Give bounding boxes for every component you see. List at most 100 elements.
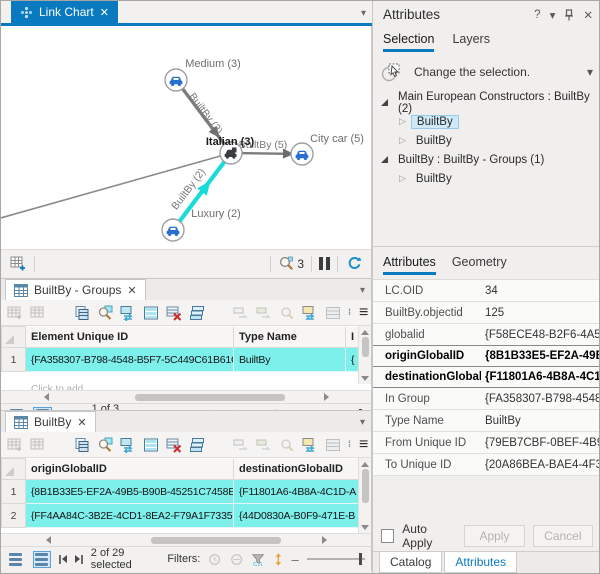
apply-button[interactable]: Apply: [464, 525, 524, 547]
sort-icon[interactable]: [273, 552, 284, 567]
expanded-icon[interactable]: [381, 156, 388, 163]
table-row[interactable]: 2 {FF4AA84C-3B2E-4CD1-8EA2-F79A1F7335C5}…: [2, 504, 359, 528]
toolbar-overflow-icon[interactable]: ⁞: [348, 440, 352, 449]
zoom-to-selection-icon[interactable]: [97, 304, 113, 322]
highlighted-selection-icon[interactable]: [302, 304, 318, 322]
expanded-icon[interactable]: [381, 99, 388, 106]
calculate-field-icon[interactable]: [30, 436, 46, 454]
collapsed-icon[interactable]: ▷: [399, 135, 406, 146]
time-filter-icon[interactable]: [208, 552, 221, 567]
tab-attributes-detail[interactable]: Attributes: [383, 255, 436, 275]
field-row[interactable]: BuiltBy.objectid125: [373, 302, 600, 324]
col-origin-globalid[interactable]: originGlobalID: [26, 459, 234, 480]
clear-selection-icon[interactable]: [166, 436, 182, 454]
link-chart-canvas[interactable]: BuiltBy (3) BuiltBy (5) BuiltBy (2): [1, 26, 372, 249]
cancel-button[interactable]: Cancel: [533, 525, 593, 547]
range-filter-icon[interactable]: [230, 552, 243, 567]
col-clipped[interactable]: I: [346, 327, 359, 348]
cell-type-name[interactable]: BuiltBy: [234, 348, 346, 372]
row-number[interactable]: 1: [2, 348, 26, 372]
tree-item[interactable]: ▷ BuiltBy: [373, 112, 600, 131]
locate-selection-button[interactable]: 3: [278, 255, 304, 272]
select-all-icon[interactable]: [143, 436, 159, 454]
rows-view-icon[interactable]: [325, 304, 341, 322]
node-citycar[interactable]: [291, 143, 313, 165]
field-row[interactable]: From Unique ID{79EB7CBF-0BEF-4B9B-8579: [373, 432, 600, 454]
menu-icon[interactable]: ≡: [359, 305, 370, 321]
cell-element-unique-id[interactable]: {FA358307-B798-4548-B5F7-5C449C61B61C}: [26, 348, 234, 372]
highlighted-switch-icon[interactable]: [256, 304, 272, 322]
corner-cell[interactable]: [2, 459, 26, 480]
switch-selection-icon[interactable]: [120, 436, 136, 454]
close-icon[interactable]: ✕: [583, 8, 593, 22]
tab-attributes[interactable]: Attributes: [444, 552, 517, 573]
table-view-toggle[interactable]: [7, 551, 25, 568]
collapsed-icon[interactable]: ▷: [399, 116, 406, 127]
selection-filter-icon[interactable]: [251, 552, 265, 567]
tab-catalog[interactable]: Catalog: [379, 552, 442, 573]
tab-link-chart[interactable]: Link Chart ✕: [11, 1, 118, 23]
col-destination-globalid[interactable]: destinationGlobalID: [234, 459, 359, 480]
field-row[interactable]: globalid{F58ECE48-B2F6-4A50-A86B: [373, 324, 600, 346]
tree-group[interactable]: BuiltBy : BuiltBy - Groups (1): [373, 150, 600, 169]
clear-selection-icon[interactable]: [166, 304, 182, 322]
zoom-out-icon[interactable]: –: [292, 552, 299, 567]
close-icon[interactable]: ✕: [127, 284, 136, 297]
pane-menu-icon[interactable]: ▾: [550, 8, 556, 22]
zoom-to-selection-icon[interactable]: [97, 436, 113, 454]
new-table-icon[interactable]: [9, 255, 27, 273]
tab-selection[interactable]: Selection: [383, 32, 434, 52]
add-field-icon[interactable]: [7, 304, 23, 322]
field-row[interactable]: Type NameBuiltBy: [373, 410, 600, 432]
form-view-toggle[interactable]: [33, 551, 51, 568]
highlighted-copy-icon[interactable]: [233, 304, 249, 322]
tabstrip-overflow-icon[interactable]: ▾: [361, 8, 372, 23]
highlighted-selection-icon[interactable]: [302, 436, 318, 454]
toolbar-overflow-icon[interactable]: ⁞: [348, 308, 352, 317]
tree-item[interactable]: ▷ BuiltBy: [373, 131, 600, 150]
highlighted-copy-icon[interactable]: [233, 436, 249, 454]
duplicate-row-icon[interactable]: [189, 304, 205, 322]
field-row[interactable]: LC.OID34: [373, 280, 600, 302]
pause-icon[interactable]: [319, 257, 330, 270]
vertical-scrollbar[interactable]: [358, 458, 371, 533]
cell-destination-globalid[interactable]: {F11801A6-4B8A-4C1D-A: [234, 480, 359, 504]
rows-view-icon[interactable]: [325, 436, 341, 454]
menu-icon[interactable]: ≡: [359, 437, 370, 453]
vertical-scrollbar[interactable]: [358, 326, 371, 384]
field-row-highlighted[interactable]: destinationGlobalID{F11801A6-4B8A-4C1D-A…: [373, 366, 600, 388]
corner-cell[interactable]: [2, 327, 26, 348]
col-element-unique-id[interactable]: Element Unique ID: [26, 327, 234, 348]
last-record-button[interactable]: [75, 555, 83, 564]
calculate-field-icon[interactable]: [30, 304, 46, 322]
field-row[interactable]: To Unique ID{20A86BEA-BAE4-4F33-B10: [373, 454, 600, 476]
close-icon[interactable]: ✕: [77, 416, 86, 429]
table-row[interactable]: 1 {8B1B33E5-EF2A-49B5-B90B-45251C7458E6}…: [2, 480, 359, 504]
refresh-icon[interactable]: [345, 255, 363, 273]
tabstrip-overflow-icon[interactable]: ▾: [360, 285, 371, 300]
tab-layers[interactable]: Layers: [452, 32, 490, 52]
row-height-slider[interactable]: [307, 558, 365, 560]
switch-selection-icon[interactable]: [120, 304, 136, 322]
highlighted-switch-icon[interactable]: [256, 436, 272, 454]
copy-icon[interactable]: [74, 304, 90, 322]
node-medium[interactable]: [165, 69, 187, 91]
copy-icon[interactable]: [74, 436, 90, 454]
horizontal-scrollbar[interactable]: [1, 533, 372, 546]
col-type-name[interactable]: Type Name: [234, 327, 346, 348]
tabstrip-overflow-icon[interactable]: ▾: [360, 417, 371, 432]
field-row-highlighted[interactable]: originGlobalID{8B1B33E5-EF2A-49B5-B90B: [373, 345, 600, 367]
node-luxury[interactable]: [162, 219, 184, 241]
tab-builtby-groups[interactable]: BuiltBy - Groups ✕: [5, 279, 146, 300]
pin-icon[interactable]: [564, 9, 574, 21]
select-all-icon[interactable]: [143, 304, 159, 322]
horizontal-scrollbar[interactable]: [1, 390, 372, 403]
add-field-icon[interactable]: [7, 436, 23, 454]
change-selection-control[interactable]: Change the selection. ▾: [373, 52, 600, 91]
cell-clipped[interactable]: {: [346, 348, 359, 372]
cell-destination-globalid[interactable]: {44D0830A-B0F9-471E-B: [234, 504, 359, 528]
row-number[interactable]: 2: [2, 504, 26, 528]
auto-apply-checkbox[interactable]: [381, 529, 394, 543]
cell-origin-globalid[interactable]: {FF4AA84C-3B2E-4CD1-8EA2-F79A1F7335C5}: [26, 504, 234, 528]
table-row[interactable]: 1 {FA358307-B798-4548-B5F7-5C449C61B61C}…: [2, 348, 359, 372]
